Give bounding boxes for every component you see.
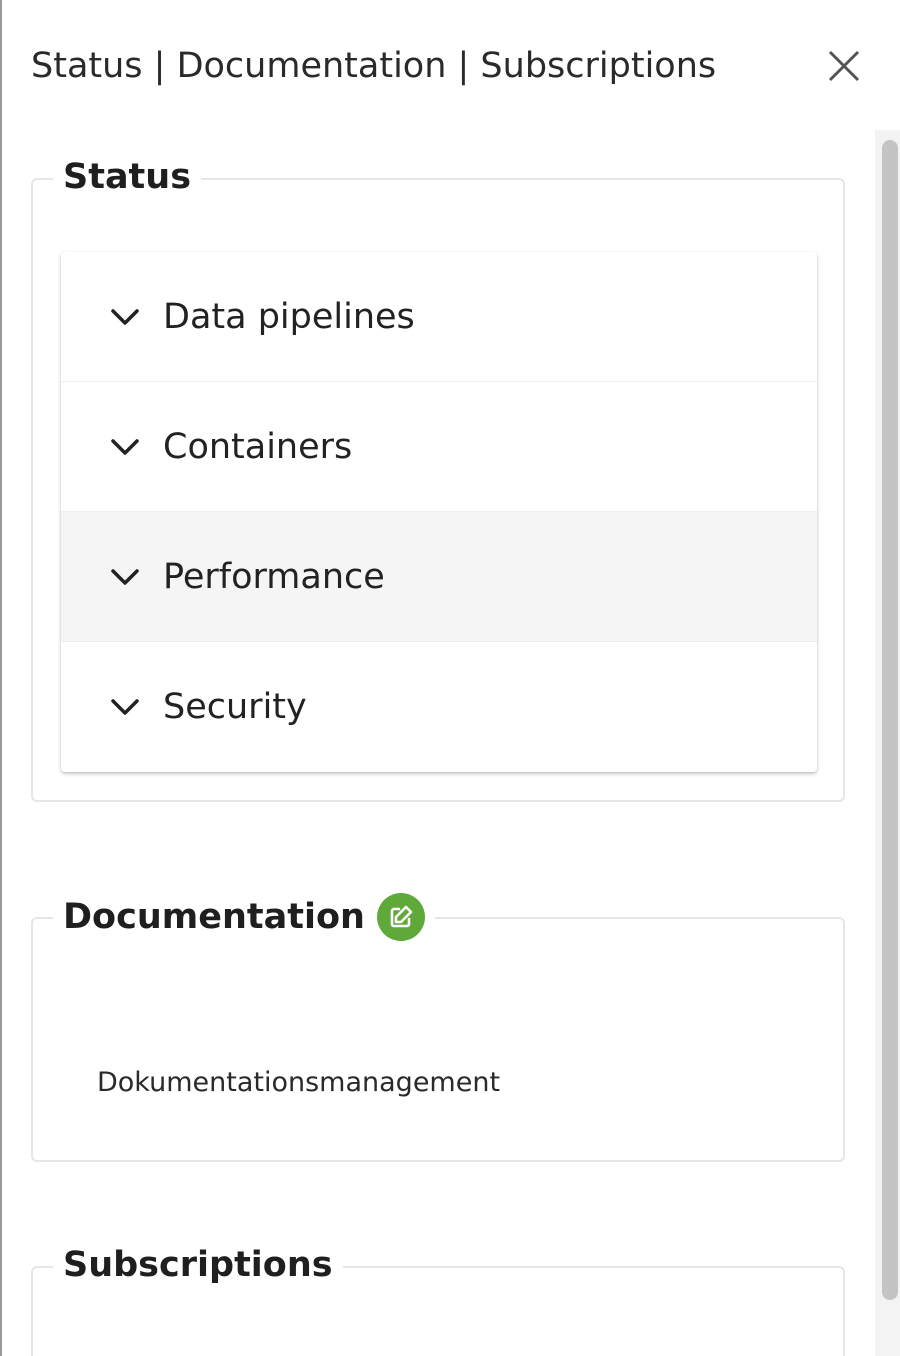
accordion-item-data-pipelines[interactable]: Data pipelines	[61, 252, 817, 382]
accordion-label: Data pipelines	[163, 296, 415, 337]
documentation-section: Documentation Dokumentationsmanagement	[31, 893, 845, 1162]
subscriptions-legend: Subscriptions	[53, 1242, 343, 1288]
accordion-label: Security	[163, 687, 307, 727]
accordion-item-security[interactable]: Security	[61, 642, 817, 772]
status-accordion: Data pipelines Containers Performance Se…	[61, 252, 817, 772]
subscriptions-section: Subscriptions	[31, 1242, 845, 1356]
panel-border	[0, 0, 2, 1356]
accordion-label: Performance	[163, 556, 385, 597]
chevron-down-icon	[107, 299, 143, 335]
documentation-text: Dokumentationsmanagement	[97, 1067, 501, 1098]
close-icon[interactable]	[820, 42, 868, 90]
documentation-legend: Documentation	[53, 893, 435, 941]
accordion-item-containers[interactable]: Containers	[61, 382, 817, 512]
chevron-down-icon	[107, 429, 143, 465]
accordion-label: Containers	[163, 426, 353, 467]
close-button[interactable]	[820, 42, 868, 90]
side-panel: Status | Documentation | Subscriptions S…	[0, 0, 900, 1356]
edit-icon	[390, 905, 413, 928]
panel-title: Status | Documentation | Subscriptions	[31, 46, 717, 86]
status-legend: Status	[53, 154, 202, 200]
edit-button[interactable]	[376, 893, 425, 941]
documentation-title: Documentation	[63, 897, 365, 937]
scrollbar-thumb[interactable]	[882, 140, 898, 1300]
chevron-down-icon	[107, 689, 143, 725]
accordion-item-performance[interactable]: Performance	[61, 512, 817, 642]
status-section: Status Data pipelines Containers Perform…	[31, 154, 845, 802]
chevron-down-icon	[107, 559, 143, 595]
